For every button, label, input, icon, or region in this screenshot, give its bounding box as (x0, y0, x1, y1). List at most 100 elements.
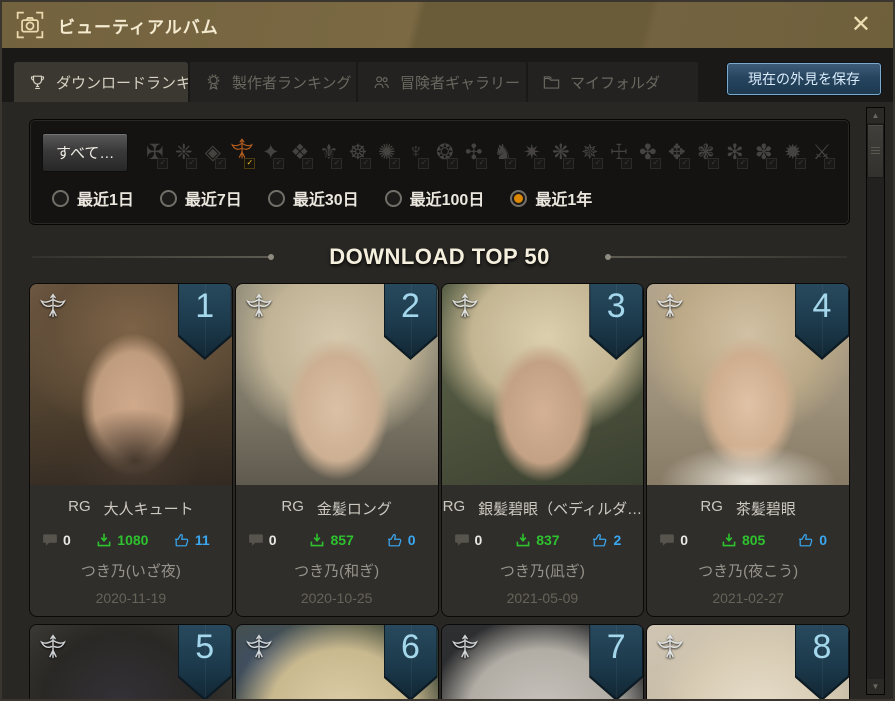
download-count: 837 (515, 532, 560, 548)
rank-badge: 4 (795, 284, 849, 360)
album-card-partial[interactable]: 6 (235, 625, 438, 699)
radio-icon[interactable] (52, 189, 69, 207)
download-count-value: 805 (741, 532, 766, 548)
divider-dot (604, 254, 611, 260)
album-card[interactable]: 4 RG 茶髪碧眼 0 805 0 つき乃(夜こう) 2021-02-27 (647, 284, 849, 616)
radio-icon[interactable] (510, 189, 528, 207)
card-title: RG 大人キュート (30, 498, 232, 519)
divider-dot (268, 254, 275, 260)
scroll-up-button[interactable]: ▲ (867, 108, 884, 123)
period-radio-4[interactable]: 最近100日 (384, 186, 484, 210)
album-card[interactable]: 3 RG 銀髪碧眼（ベディルダ… 0 837 2 つき乃(凪ぎ) 2021-05… (441, 284, 644, 616)
period-radio-2[interactable]: 最近7日 (159, 186, 242, 210)
card-info: RG 茶髪碧眼 0 805 0 つき乃(夜こう) 2021-02-27 (647, 485, 849, 616)
checkbox-icon: ✓ (389, 158, 401, 169)
character-portrait: 7 (441, 625, 644, 699)
class-emblem-15[interactable]: ❋ ✓ (546, 132, 575, 172)
checkbox-icon: ✓ (331, 158, 343, 169)
class-emblem-20[interactable]: ❃ ✓ (691, 132, 720, 172)
class-emblem-23[interactable]: ✹ ✓ (778, 132, 807, 172)
ranking-grid-row-1: 1 RG 大人キュート 0 1080 11 つき乃(いざ夜) 2020-11-1… (30, 284, 849, 616)
card-author: つき乃(いざ夜) (80, 563, 181, 580)
ranking-grid-row-2: 5 6 7 8 (30, 625, 849, 699)
class-emblem-3[interactable]: ◈ ✓ (198, 132, 227, 172)
radio-icon[interactable] (384, 189, 402, 207)
download-icon (516, 533, 530, 547)
class-emblem-2[interactable]: ❈ ✓ (169, 132, 198, 172)
class-emblem-10[interactable]: ♆ ✓ (401, 132, 430, 172)
album-card-partial[interactable]: 7 (441, 625, 644, 699)
scroll-down-button[interactable]: ▼ (867, 679, 884, 694)
rank-badge: 2 (383, 284, 438, 360)
class-emblem-9[interactable]: ✺ ✓ (372, 132, 401, 172)
download-icon (311, 533, 324, 547)
period-radio-3[interactable]: 最近30日 (267, 186, 359, 210)
album-card-partial[interactable]: 8 (647, 625, 849, 699)
all-classes-button[interactable]: すべて… (42, 132, 129, 172)
card-info: RG 銀髪碧眼（ベディルダ… 0 837 2 つき乃(凪ぎ) 2021-05-0… (442, 485, 644, 616)
class-emblem-19[interactable]: ✥ ✓ (662, 132, 691, 172)
card-title-text: 大人キュート (103, 501, 194, 518)
card-info: RG 大人キュート 0 1080 11 つき乃(いざ夜) 2020-11-19 (30, 485, 232, 616)
tab-my-folder[interactable]: マイフォルダ (528, 62, 698, 102)
class-emblem-12[interactable]: ✣ ✓ (459, 132, 488, 172)
checkbox-icon: ✓ (447, 158, 459, 169)
vertical-scrollbar[interactable]: ▲ ▼ (867, 108, 884, 694)
like-count: 0 (798, 532, 827, 548)
radio-icon[interactable] (159, 189, 177, 207)
class-emblem-18[interactable]: ✤ ✓ (633, 132, 662, 172)
class-emblem-16[interactable]: ✵ ✓ (575, 132, 604, 172)
like-count-value: 11 (194, 532, 210, 548)
class-emblem-22[interactable]: ✽ ✓ (749, 132, 778, 172)
checkbox-icon: ✓ (157, 158, 169, 169)
card-title: RG 銀髪碧眼（ベディルダ… (442, 498, 644, 519)
tab-creator-ranking[interactable]: 製作者ランキング (190, 62, 356, 102)
divider-line (604, 254, 848, 260)
tab-download-ranking[interactable]: ダウンロードランキング (14, 62, 188, 102)
scrollbar-thumb[interactable] (868, 125, 883, 177)
class-emblem-1[interactable]: ✠ ✓ (140, 132, 169, 172)
download-count: 857 (309, 532, 354, 548)
save-current-appearance-button[interactable]: 現在の外見を保存 (727, 63, 881, 95)
album-card[interactable]: 1 RG 大人キュート 0 1080 11 つき乃(いざ夜) 2020-11-1… (30, 284, 232, 616)
class-emblem-6[interactable]: ❖ ✓ (285, 132, 314, 172)
class-emblem-14[interactable]: ✷ ✓ (517, 132, 546, 172)
radio-icon[interactable] (267, 189, 285, 207)
class-emblem-4[interactable]: ✓ (227, 132, 256, 172)
checkbox-icon: ✓ (737, 158, 749, 169)
class-emblem-7[interactable]: ⚜ ✓ (314, 132, 343, 172)
comment-count: 0 (454, 532, 483, 548)
checkbox-icon: ✓ (418, 158, 430, 169)
comment-count-value: 0 (474, 532, 483, 548)
album-card-partial[interactable]: 5 (30, 625, 232, 699)
rank-number: 4 (812, 287, 832, 325)
period-radio-1[interactable]: 最近1日 (52, 186, 134, 210)
class-filter-row: すべて… ✠ ✓ ❈ ✓ ◈ ✓ ✓ ✦ ✓ ❖ ✓ ⚜ ✓ ☸ ✓ ✺ ✓ ♆ ✓ ❂ ✓ ✣ ✓ ♞ ✓ ✷ ✓ ❋ ✓ ✵ ✓ ☩ ✓ ✤… (42, 132, 837, 172)
checkbox-icon: ✓ (186, 158, 198, 169)
class-bird-icon (39, 290, 67, 327)
class-emblem-21[interactable]: ✻ ✓ (720, 132, 749, 172)
period-radio-5[interactable]: 最近1年 (510, 186, 592, 210)
class-emblem-11[interactable]: ❂ ✓ (430, 132, 459, 172)
class-emblem-5[interactable]: ✦ ✓ (256, 132, 285, 172)
like-count: 2 (592, 532, 621, 548)
close-icon[interactable]: ✕ (845, 11, 877, 39)
tab-bar: ダウンロードランキング 製作者ランキング 冒険者ギャラリー マイフォルダ 現在の… (2, 48, 893, 102)
class-emblem-8[interactable]: ☸ ✓ (343, 132, 372, 172)
checkbox-icon: ✓ (534, 158, 546, 169)
thumbs-up-icon (593, 534, 607, 547)
class-emblem-17[interactable]: ☩ ✓ (604, 132, 633, 172)
class-tag: RG (68, 498, 91, 515)
tab-adventurer-gallery[interactable]: 冒険者ギャラリー (358, 62, 526, 102)
card-info: RG 金髪ロング 0 857 0 つき乃(和ぎ) 2020-10-25 (236, 485, 438, 616)
class-emblem-24[interactable]: ⚔ ✓ (807, 132, 836, 172)
class-emblem-13[interactable]: ♞ ✓ (488, 132, 517, 172)
trophy-icon (30, 75, 45, 89)
thumbs-up-icon (799, 534, 813, 547)
comment-count-value: 0 (268, 532, 277, 548)
rank-badge: 5 (177, 625, 232, 699)
album-card[interactable]: 2 RG 金髪ロング 0 857 0 つき乃(和ぎ) 2020-10-25 (235, 284, 438, 616)
rank-number: 5 (195, 628, 215, 666)
card-title-text: 茶髪碧眼 (735, 501, 796, 518)
download-count-value: 857 (330, 532, 354, 548)
